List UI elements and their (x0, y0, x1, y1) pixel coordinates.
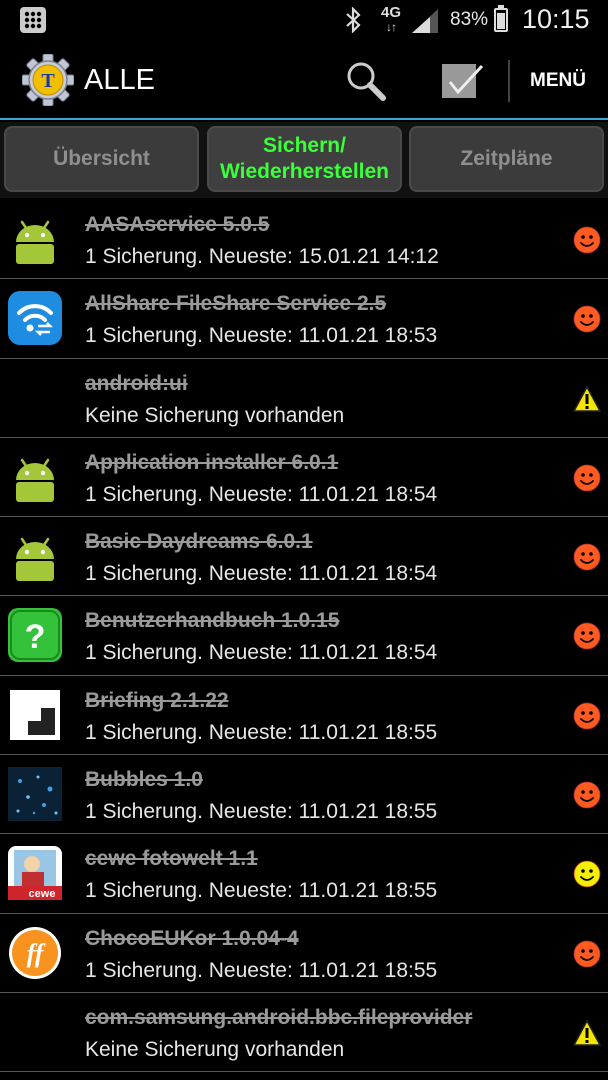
warning-icon (572, 1019, 602, 1047)
app-name: AASAservice 5.0.5 (85, 213, 270, 236)
app-list-item[interactable]: Briefing 2.1.22 1 Sicherung. Neueste: 11.… (0, 676, 608, 756)
android-icon (8, 449, 62, 504)
red-smiley-icon (573, 622, 601, 650)
battery-icon (494, 5, 508, 32)
flipboard-icon (8, 688, 62, 742)
app-name: AllShare FileShare Service 2.5 (85, 292, 387, 316)
backup-status: 1 Sicherung. Neueste: 11.01.21 18:55 (85, 879, 438, 903)
signal-strength-icon (412, 9, 438, 33)
app-name: com.samsung.android.bbc.fileprovider (85, 1005, 473, 1029)
app-name: Application installer 6.0.1 (85, 450, 339, 474)
app-name: Basic Daydreams 6.0.1 (85, 530, 313, 554)
titanium-backup-logo-icon[interactable]: T (22, 54, 74, 106)
red-smiley-icon (573, 781, 601, 809)
backup-status: 1 Sicherung. Neueste: 11.01.21 18:54 (85, 562, 438, 586)
app-name: android:ui (85, 371, 188, 395)
action-bar-divider (508, 60, 510, 102)
backup-status: 1 Sicherung. Neueste: 11.01.21 18:55 (85, 958, 438, 982)
app-list-item[interactable]: Application installer 6.0.1 1 Sicherung. … (0, 438, 608, 518)
app-grid-notification-icon (20, 7, 46, 33)
red-smiley-icon (573, 543, 601, 571)
app-list-item[interactable]: ff ChocoEUKor 1.0.04-4 1 Sicherung. Neuest… (0, 914, 608, 993)
app-list-item[interactable]: android:ui Keine Sicherung vorhanden (0, 359, 608, 438)
wifi-share-icon (8, 291, 62, 346)
yellow-smiley-icon (573, 860, 601, 888)
warning-icon (572, 385, 602, 413)
bubbles-icon (8, 767, 62, 822)
action-bar: T ALLE MENÜ (0, 40, 608, 120)
app-name: ChocoEUKor 1.0.04-4 (85, 926, 299, 950)
svg-text:cewe: cewe (29, 888, 56, 900)
tab-overview[interactable]: Übersicht (4, 126, 199, 192)
backup-status: 1 Sicherung. Neueste: 15.01.21 14:12 (85, 245, 439, 268)
bluetooth-icon (346, 7, 361, 33)
red-smiley-icon (573, 702, 601, 730)
app-name: Benutzerhandbuch 1.0.15 (85, 609, 340, 633)
svg-text:?: ? (25, 618, 46, 656)
tab-schedules[interactable]: Zeitpläne (409, 126, 604, 192)
clock: 10:15 (522, 4, 590, 34)
app-list-item[interactable]: cewe cewe fotowelt 1.1 1 Sicherung. Neuest… (0, 834, 608, 914)
red-smiley-icon (573, 464, 601, 492)
app-name: Bubbles 1.0 (85, 768, 203, 792)
checkbox-check-icon[interactable] (440, 60, 484, 102)
cewe-icon: cewe (8, 846, 62, 901)
red-smiley-icon (573, 305, 601, 333)
ff-font-icon: ff (8, 926, 62, 980)
app-list-item[interactable]: AASAservice 5.0.5 1 Sicherung. Neueste: 1… (0, 200, 608, 280)
tab-backup-restore[interactable]: Sichern/Wiederherstellen (207, 126, 402, 192)
app-name: cewe fotowelt 1.1 (85, 847, 258, 871)
svg-text:T: T (41, 70, 55, 92)
tab-bar: Übersicht Sichern/Wiederherstellen Zeitp… (0, 122, 608, 198)
page-title: ALLE (84, 64, 155, 96)
backup-status: 1 Sicherung. Neueste: 11.01.21 18:54 (85, 641, 438, 665)
app-list-item[interactable]: com.samsung.android.bbc.fileprovider Kein… (0, 993, 608, 1073)
status-bar: 4G ↓↑ 83% 10:15 (0, 0, 608, 40)
backup-status: Keine Sicherung vorhanden (85, 1037, 345, 1061)
red-smiley-icon (573, 940, 601, 968)
network-type: 4G ↓↑ (381, 4, 402, 34)
android-icon (8, 212, 62, 266)
red-smiley-icon (573, 226, 601, 254)
battery-percent: 83% (450, 9, 489, 30)
app-list-item[interactable]: AllShare FileShare Service 2.5 1 Sicherun… (0, 279, 608, 359)
backup-status: Keine Sicherung vorhanden (85, 403, 345, 427)
backup-status: 1 Sicherung. Neueste: 11.01.21 18:55 (85, 800, 438, 824)
search-icon[interactable] (345, 60, 387, 102)
app-list: AASAservice 5.0.5 1 Sicherung. Neueste: 1… (0, 200, 608, 1073)
backup-status: 1 Sicherung. Neueste: 11.01.21 18:53 (85, 324, 438, 348)
backup-status: 1 Sicherung. Neueste: 11.01.21 18:54 (85, 482, 438, 506)
help-question-icon: ? (8, 608, 62, 663)
tab-backup-restore-label: Sichern/Wiederherstellen (219, 134, 390, 183)
app-list-item[interactable]: Bubbles 1.0 1 Sicherung. Neueste: 11.01.2… (0, 755, 608, 835)
app-list-item[interactable]: Basic Daydreams 6.0.1 1 Sicherung. Neuest… (0, 517, 608, 597)
backup-status: 1 Sicherung. Neueste: 11.01.21 18:55 (85, 720, 438, 744)
svg-text:ff: ff (27, 939, 46, 968)
menu-button[interactable]: MENÜ (530, 70, 586, 92)
android-icon (8, 529, 62, 584)
app-list-item[interactable]: ? Benutzerhandbuch 1.0.15 1 Sicherung. Neu… (0, 596, 608, 676)
app-name: Briefing 2.1.22 (85, 688, 229, 712)
